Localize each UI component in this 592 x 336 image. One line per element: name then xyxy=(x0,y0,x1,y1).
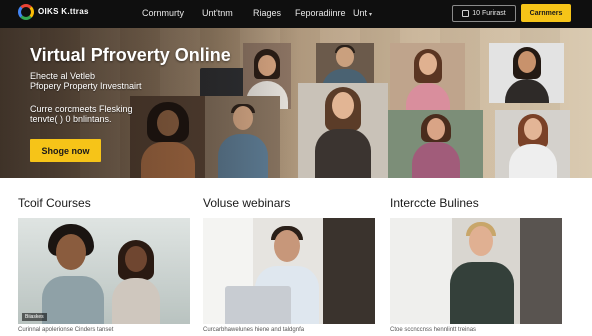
secondary-button-label: 10 Furirast xyxy=(472,10,506,17)
hero-description-line: Curre corcmeets Flesking xyxy=(30,104,133,114)
laptop-icon xyxy=(225,286,291,324)
hero-description-line: tenvte( ) 0 bnlintans. xyxy=(30,114,112,124)
participant-tile xyxy=(388,110,483,178)
nav-item-3[interactable]: Riages xyxy=(253,8,281,18)
nav-item-more[interactable]: Unt ▾ xyxy=(353,8,372,18)
shop-now-button[interactable]: Shoge now xyxy=(30,139,101,162)
section-title[interactable]: Tcoif Courses xyxy=(18,196,91,210)
section-title[interactable]: Voluse webinars xyxy=(203,196,290,210)
hero-subtitle-line: Pfopery Property Investnairt xyxy=(30,81,142,91)
nav-item-more-label: Unt xyxy=(353,8,368,18)
nav-item-4[interactable]: Feporadiinre xyxy=(295,8,346,18)
business-card-image[interactable] xyxy=(390,218,562,324)
brand-name: OIKS K.ttras xyxy=(38,7,89,16)
chevron-down-icon: ▾ xyxy=(369,12,373,18)
participant-tile xyxy=(495,110,570,178)
card-caption: Curcarbhawelunes hiene and taldgnfa xyxy=(203,327,305,333)
nav-item-community[interactable]: Cornmurty xyxy=(142,8,184,18)
section-title[interactable]: Interccte Bulines xyxy=(390,196,479,210)
nav-item-2[interactable]: Unt'tnm xyxy=(202,8,233,18)
top-nav: OIKS K.ttras Cornmurty Unt'tnm Riages Fe… xyxy=(0,0,592,28)
card-badge: Biiaskes xyxy=(22,313,47,321)
webinar-card-image[interactable] xyxy=(203,218,375,324)
participant-tile xyxy=(316,43,374,85)
secondary-button[interactable]: 10 Furirast xyxy=(452,5,516,22)
page: OIKS K.ttras Cornmurty Unt'tnm Riages Fe… xyxy=(0,0,592,336)
hero-description: Curre corcmeets Flesking tenvte( ) 0 bnl… xyxy=(30,104,133,124)
square-icon xyxy=(462,10,470,17)
course-card-image[interactable]: Biiaskes xyxy=(18,218,190,324)
hero-title: Virtual Pfroverty Online xyxy=(30,45,231,65)
card-caption: Curinnal apolerionse Cinders tanset xyxy=(18,327,114,333)
hero-subtitle-line: Ehecte al Vetleb xyxy=(30,71,96,81)
g-logo-icon xyxy=(18,4,34,20)
primary-button[interactable]: Carnmers xyxy=(521,4,571,22)
brand-logo[interactable]: OIKS K.ttras xyxy=(18,4,89,20)
hero-subtitle: Ehecte al Vetleb Pfopery Property Invest… xyxy=(30,71,142,91)
participant-tile xyxy=(489,43,564,103)
participant-tile xyxy=(390,43,465,110)
participant-tile xyxy=(298,83,388,178)
card-caption: Ctoe sccnccnss hennlintt treinas xyxy=(390,327,477,333)
